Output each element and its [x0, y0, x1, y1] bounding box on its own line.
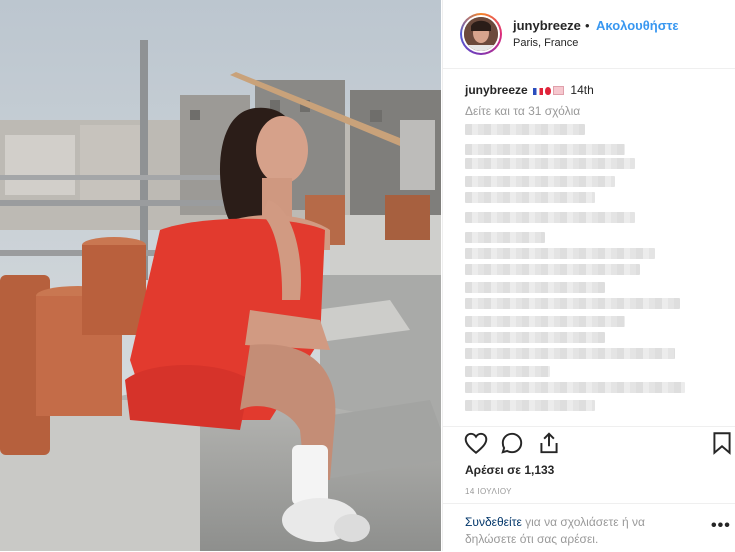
caption-text: 14th — [570, 83, 594, 97]
instagram-post: junybreeze • Ακολουθήστε Paris, France j… — [0, 0, 735, 551]
blurred-comment — [465, 232, 545, 243]
caption-username[interactable]: junybreeze — [465, 83, 528, 97]
comment-icon[interactable] — [499, 430, 525, 456]
blurred-comment — [465, 212, 635, 223]
french-flag-icon — [533, 88, 544, 95]
blurred-comment — [465, 176, 615, 187]
likes-count[interactable]: Αρέσει σε 1,133 — [465, 463, 554, 477]
heart-icon[interactable] — [463, 430, 489, 456]
more-options-button[interactable]: ••• — [711, 517, 731, 535]
location-link[interactable]: Paris, France — [513, 37, 578, 49]
love-letter-icon — [553, 86, 565, 95]
bookmark-icon[interactable] — [709, 430, 735, 456]
blurred-comment — [465, 400, 595, 411]
avatar-portrait-icon — [464, 17, 498, 51]
rooftop-photo-illustration — [0, 0, 441, 551]
avatar-image — [464, 17, 498, 51]
login-link[interactable]: Συνδεθείτε — [465, 515, 522, 529]
avatar-story-ring[interactable] — [460, 13, 502, 55]
blurred-comment — [465, 382, 685, 393]
blurred-comment — [465, 158, 635, 169]
header-username[interactable]: junybreeze — [513, 18, 581, 33]
blurred-comment — [465, 298, 680, 309]
blurred-comment — [465, 264, 640, 275]
blurred-comment — [465, 144, 625, 155]
blurred-comment — [465, 348, 675, 359]
post-header: junybreeze • Ακολουθήστε Paris, France — [443, 0, 735, 69]
caption-emoji — [533, 84, 567, 98]
caption: junybreeze 14th — [465, 83, 594, 98]
follow-button[interactable]: Ακολουθήστε — [596, 18, 679, 33]
header-separator: • — [585, 18, 590, 33]
blurred-comment — [465, 332, 605, 343]
blurred-comment — [465, 282, 605, 293]
blurred-comment — [465, 192, 595, 203]
login-prompt-text: Συνδεθείτε για να σχολιάσετε ή να δηλώσε… — [465, 514, 675, 548]
post-actions — [443, 426, 735, 459]
blurred-comment — [465, 248, 655, 259]
blurred-comment — [465, 316, 625, 327]
login-prompt: Συνδεθείτε για να σχολιάσετε ή να δηλώσε… — [443, 503, 735, 552]
post-date[interactable]: 14 ΙΟΥΛΙΟΥ — [465, 487, 512, 496]
avatar[interactable] — [462, 15, 500, 53]
blurred-comments — [463, 120, 723, 420]
balloon-icon — [545, 87, 552, 95]
blurred-comment — [465, 124, 585, 135]
blurred-comment — [465, 366, 550, 377]
share-icon[interactable] — [536, 430, 562, 456]
post-sidebar: junybreeze • Ακολουθήστε Paris, France j… — [442, 0, 735, 551]
view-all-comments-link[interactable]: Δείτε και τα 31 σχόλια — [465, 104, 580, 118]
post-photo[interactable] — [0, 0, 441, 551]
